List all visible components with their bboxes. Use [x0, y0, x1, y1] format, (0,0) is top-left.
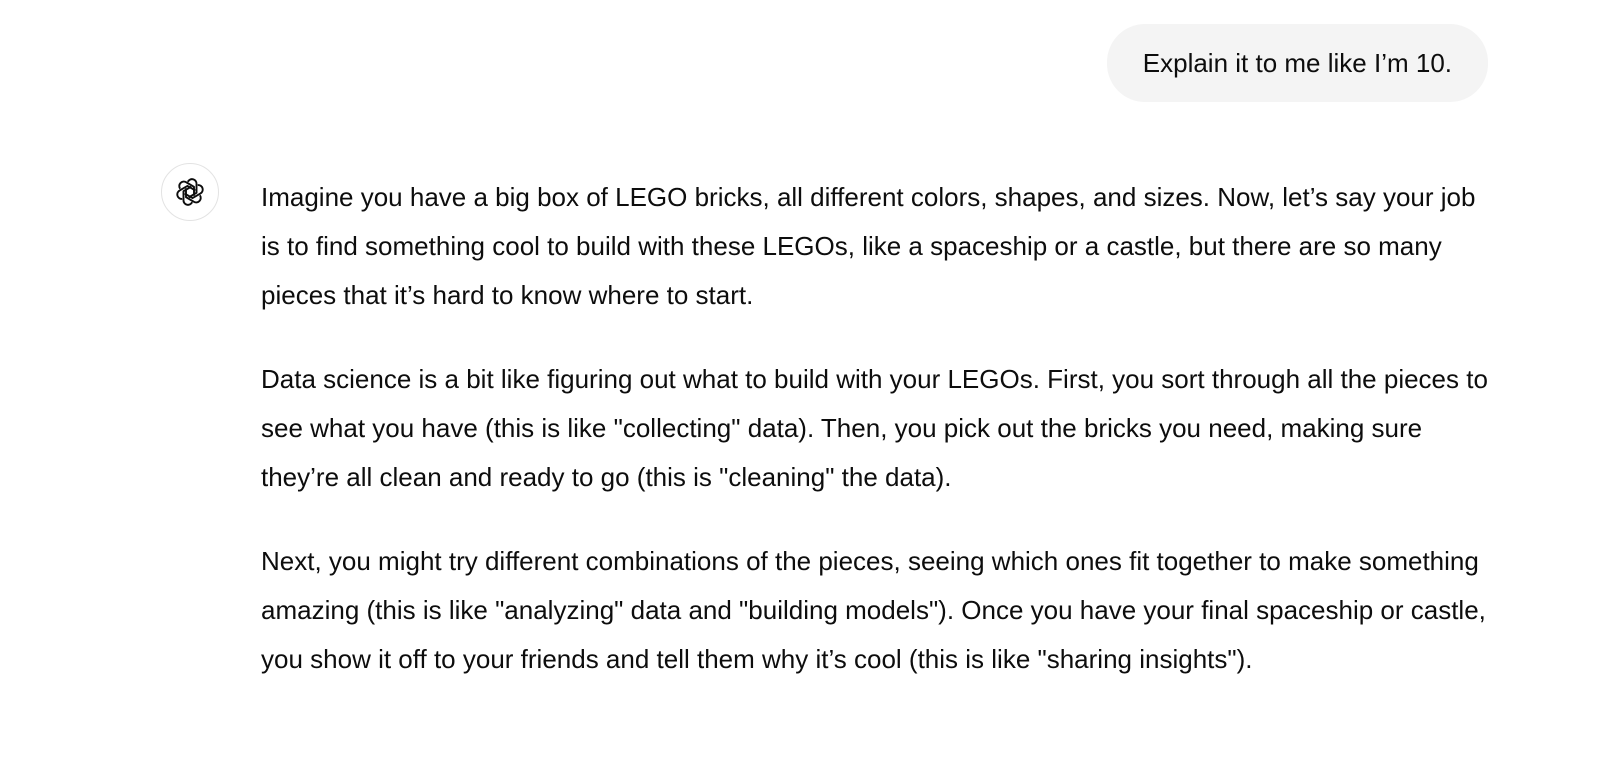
- chat-thread: Explain it to me like I’m 10. Imagine yo…: [0, 0, 1600, 765]
- user-message-row: Explain it to me like I’m 10.: [1106, 24, 1488, 102]
- user-message-text: Explain it to me like I’m 10.: [1142, 47, 1452, 78]
- user-message-bubble: Explain it to me like I’m 10.: [1106, 24, 1488, 102]
- assistant-avatar: [161, 163, 219, 221]
- assistant-message-body: Imagine you have a big box of LEGO brick…: [261, 173, 1501, 719]
- openai-logo-icon: [176, 178, 204, 206]
- assistant-paragraph: Data science is a bit like figuring out …: [261, 364, 1488, 492]
- assistant-paragraph: Next, you might try different combinatio…: [261, 546, 1486, 674]
- assistant-paragraph: Imagine you have a big box of LEGO brick…: [261, 182, 1476, 310]
